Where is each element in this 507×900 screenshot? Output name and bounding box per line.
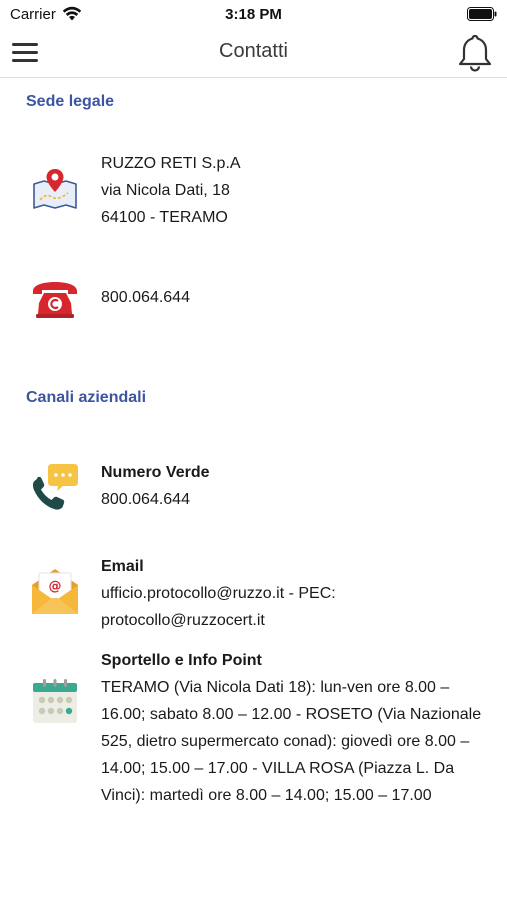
numero-verde-value[interactable]: 800.064.644 — [101, 486, 491, 513]
sportello-row: Sportello e Info Point TERAMO (Via Nicol… — [0, 647, 507, 837]
svg-text:@: @ — [49, 579, 62, 594]
address-text: RUZZO RETI S.p.A via Nicola Dati, 18 641… — [101, 150, 491, 231]
map-pin-icon — [33, 169, 77, 209]
numero-verde-text: Numero Verde 800.064.644 — [101, 459, 491, 513]
sportello-hours: TERAMO (Via Nicola Dati 18): lun-ven ore… — [101, 679, 482, 804]
email-label: Email — [101, 558, 144, 575]
telephone-icon — [33, 282, 77, 318]
phone-number[interactable]: 800.064.644 — [101, 284, 491, 311]
numero-verde-label: Numero Verde — [101, 464, 210, 481]
clock-label: 3:18 PM — [225, 6, 282, 23]
phone-row[interactable]: 800.064.644 — [0, 282, 507, 318]
page-title: Contatti — [219, 40, 288, 62]
address-line-1: RUZZO RETI S.p.A — [101, 155, 241, 172]
battery-icon — [467, 7, 497, 21]
section-title-sede-legale: Sede legale — [26, 93, 115, 110]
calendar-icon — [33, 679, 77, 723]
address-line-2: via Nicola Dati, 18 — [101, 182, 230, 199]
sportello-label: Sportello e Info Point — [101, 652, 262, 669]
address-line-3: 64100 - TERAMO — [101, 209, 228, 226]
address-row: RUZZO RETI S.p.A via Nicola Dati, 18 641… — [0, 150, 507, 232]
phone-chat-icon — [32, 464, 78, 510]
bell-icon[interactable] — [455, 32, 495, 74]
numero-verde-row[interactable]: Numero Verde 800.064.644 — [0, 459, 507, 515]
email-text: Email ufficio.protocollo@ruzzo.it - PEC:… — [101, 553, 491, 634]
status-bar: Carrier 3:18 PM — [0, 0, 507, 28]
email-value[interactable]: ufficio.protocollo@ruzzo.it - PEC: proto… — [101, 580, 491, 634]
nav-bar: Contatti — [0, 28, 507, 78]
email-row[interactable]: @ Email ufficio.protocollo@ruzzo.it - PE… — [0, 553, 507, 635]
sportello-text: Sportello e Info Point TERAMO (Via Nicol… — [101, 647, 491, 809]
section-title-canali-aziendali: Canali aziendali — [26, 389, 147, 406]
email-envelope-icon: @ — [32, 569, 78, 614]
